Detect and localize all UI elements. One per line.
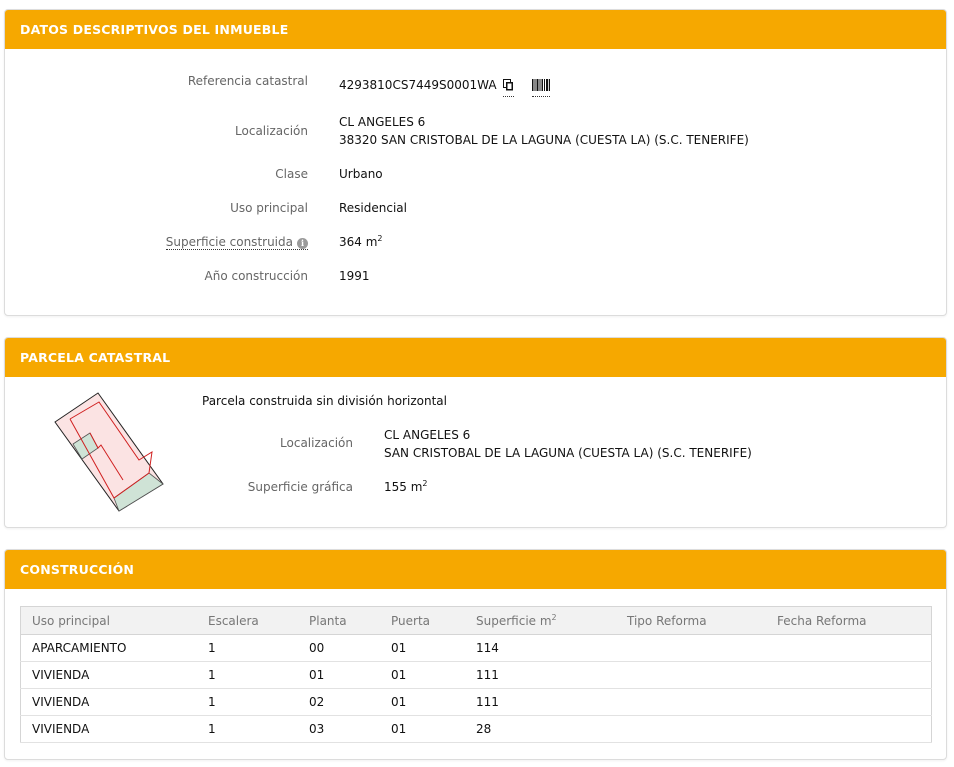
- table-row: VIVIENDA 1 02 01 111: [20, 688, 932, 716]
- cell-escalera: 1: [197, 634, 298, 662]
- localizacion-line1: CL ANGELES 6: [339, 115, 426, 129]
- cell-uso: VIVIENDA: [20, 715, 197, 743]
- superficie-construida-number: 364 m: [339, 235, 378, 249]
- cell-escalera: 1: [197, 661, 298, 689]
- cell-tipo-reforma: [616, 715, 766, 743]
- cell-tipo-reforma: [616, 661, 766, 689]
- parcela-descripcion: Parcela construida sin división horizont…: [202, 394, 447, 408]
- anio-construccion-value: 1991: [339, 269, 370, 283]
- referencia-catastral-text: 4293810CS7449S0001WA: [339, 78, 497, 92]
- barcode-icon[interactable]: [532, 78, 551, 97]
- table-row: APARCAMIENTO 1 00 01 114: [20, 634, 932, 662]
- cell-superficie: 114: [465, 634, 616, 662]
- parcela-localizacion-value: CL ANGELES 6 SAN CRISTOBAL DE LA LAGUNA …: [384, 426, 752, 462]
- col-escalera: Escalera: [197, 606, 298, 635]
- parcela-localizacion-label: Localización: [280, 436, 353, 450]
- cell-escalera: 1: [197, 688, 298, 716]
- cell-fecha-reforma: [766, 661, 932, 689]
- datos-descriptivos-panel: DATOS DESCRIPTIVOS DEL INMUEBLE Referenc…: [4, 9, 947, 316]
- col-tipo-reforma: Tipo Reforma: [616, 606, 766, 635]
- superficie-grafica-label: Superficie gráfica: [247, 480, 353, 494]
- construccion-header: CONSTRUCCIÓN: [5, 550, 946, 589]
- table-row: VIVIENDA 1 03 01 28: [20, 715, 932, 743]
- localizacion-value: CL ANGELES 6 38320 SAN CRISTOBAL DE LA L…: [339, 113, 749, 149]
- cell-tipo-reforma: [616, 688, 766, 716]
- referencia-catastral-value: 4293810CS7449S0001WA: [339, 76, 551, 97]
- uso-principal-value: Residencial: [339, 201, 407, 215]
- info-icon[interactable]: i: [297, 238, 308, 249]
- copy-icon[interactable]: [503, 78, 515, 97]
- cell-uso: APARCAMIENTO: [20, 634, 197, 662]
- col-puerta: Puerta: [380, 606, 465, 635]
- construccion-panel: CONSTRUCCIÓN Uso principal Escalera Plan…: [4, 549, 947, 760]
- superficie-grafica-value: 155 m2: [384, 478, 428, 496]
- clase-value: Urbano: [339, 167, 383, 181]
- parcela-catastral-header: PARCELA CATASTRAL: [5, 338, 946, 377]
- localizacion-label: Localización: [235, 124, 308, 138]
- cell-fecha-reforma: [766, 715, 932, 743]
- localizacion-line2: 38320 SAN CRISTOBAL DE LA LAGUNA (CUESTA…: [339, 133, 749, 147]
- cell-uso: VIVIENDA: [20, 661, 197, 689]
- cell-superficie: 111: [465, 661, 616, 689]
- cell-superficie: 111: [465, 688, 616, 716]
- cell-fecha-reforma: [766, 634, 932, 662]
- cell-puerta: 01: [380, 661, 465, 689]
- superficie-construida-text[interactable]: Superficie construida i: [165, 235, 308, 250]
- parcela-localizacion-line2: SAN CRISTOBAL DE LA LAGUNA (CUESTA LA) (…: [384, 446, 752, 460]
- cell-puerta: 01: [380, 688, 465, 716]
- clase-label: Clase: [275, 167, 308, 181]
- cell-puerta: 01: [380, 634, 465, 662]
- parcela-catastral-panel: PARCELA CATASTRAL Parcela construida sin…: [4, 337, 947, 528]
- superficie-construida-caption: Superficie construida: [165, 235, 293, 249]
- superficie-construida-exponent: 2: [377, 234, 383, 243]
- cell-uso: VIVIENDA: [20, 688, 197, 716]
- superficie-grafica-number: 155 m: [384, 480, 423, 494]
- superficie-construida-label: Superficie construida i: [165, 235, 308, 250]
- cell-tipo-reforma: [616, 634, 766, 662]
- superficie-grafica-exponent: 2: [422, 479, 428, 488]
- datos-descriptivos-header: DATOS DESCRIPTIVOS DEL INMUEBLE: [5, 10, 946, 49]
- col-superficie-text: Superficie m: [476, 613, 552, 628]
- cell-puerta: 01: [380, 715, 465, 743]
- anio-construccion-label: Año construcción: [204, 269, 309, 283]
- col-superficie-exponent: 2: [551, 612, 557, 622]
- cell-planta: 03: [298, 715, 380, 743]
- col-planta: Planta: [298, 606, 380, 635]
- superficie-construida-value: 364 m2: [339, 233, 383, 251]
- table-row: VIVIENDA 1 01 01 111: [20, 661, 932, 689]
- cell-planta: 01: [298, 661, 380, 689]
- parcel-sketch[interactable]: [53, 390, 165, 514]
- col-superficie: Superficie m2: [465, 606, 616, 635]
- cell-fecha-reforma: [766, 688, 932, 716]
- construccion-table: Uso principal Escalera Planta Puerta Sup…: [20, 606, 932, 743]
- cell-escalera: 1: [197, 715, 298, 743]
- col-uso-principal: Uso principal: [20, 606, 197, 635]
- parcela-localizacion-line1: CL ANGELES 6: [384, 428, 471, 442]
- referencia-catastral-label: Referencia catastral: [187, 74, 308, 88]
- uso-principal-label: Uso principal: [230, 201, 308, 215]
- table-header-row: Uso principal Escalera Planta Puerta Sup…: [20, 606, 932, 635]
- col-fecha-reforma: Fecha Reforma: [766, 606, 932, 635]
- cell-planta: 02: [298, 688, 380, 716]
- cell-planta: 00: [298, 634, 380, 662]
- cell-superficie: 28: [465, 715, 616, 743]
